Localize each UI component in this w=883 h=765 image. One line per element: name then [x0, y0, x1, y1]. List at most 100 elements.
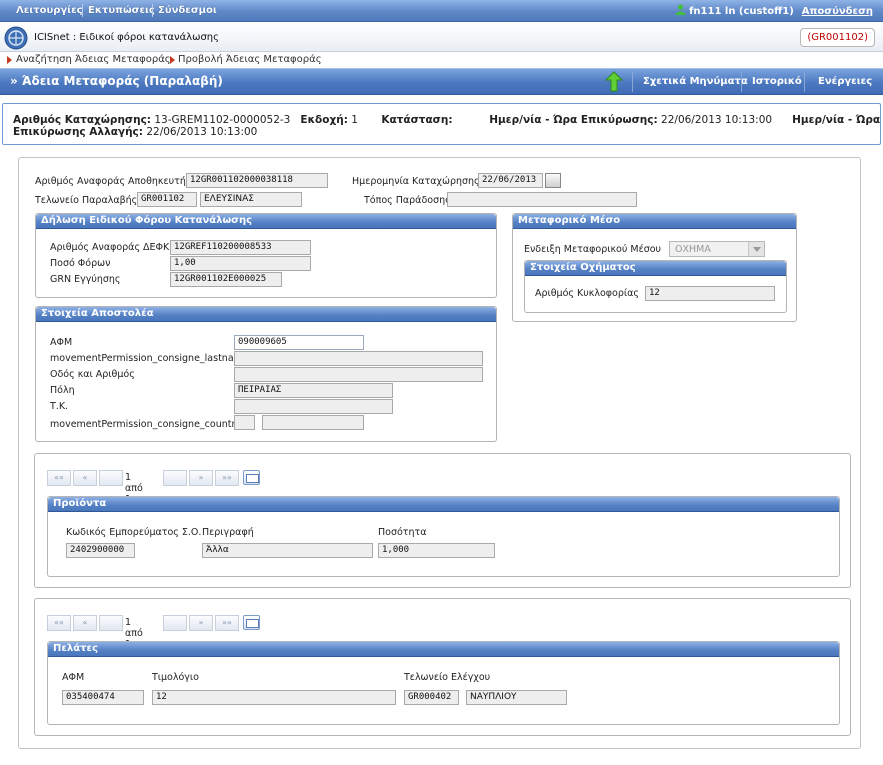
- receipt-office-code-field[interactable]: GR001102: [137, 192, 197, 207]
- sender-city-label: Πόλη: [50, 385, 75, 396]
- last-page-button[interactable]: »»: [215, 615, 239, 631]
- last-page-button[interactable]: »»: [215, 470, 239, 486]
- first-page-button[interactable]: ««: [47, 615, 71, 631]
- page-size-field[interactable]: [163, 470, 187, 486]
- version-value: 1: [351, 114, 358, 126]
- toolbar-separator: [632, 72, 633, 92]
- toolbar-separator: [741, 72, 742, 92]
- customer-afm-field[interactable]: 035400474: [62, 690, 144, 705]
- sender-country-name-field: [262, 415, 364, 430]
- menu-functions[interactable]: Λειτουργίες: [16, 5, 83, 16]
- product-qty-field[interactable]: 1,000: [378, 543, 495, 558]
- control-office-label: Τελωνείο Ελέγχου: [404, 672, 491, 683]
- history-button[interactable]: Ιστορικό: [752, 76, 802, 87]
- transport-means-label: Ενδειξη Μεταφορικού Μέσου: [524, 244, 662, 255]
- consignee-ref-field[interactable]: 12GR001102000038118: [186, 173, 328, 188]
- products-group: Προϊόντα Κωδικός Εμπορεύματος Σ.Ο. 24029…: [47, 496, 840, 577]
- table-view-icon[interactable]: [243, 470, 260, 485]
- refresh-arrow-icon[interactable]: [604, 71, 624, 93]
- reg-date-label: Ημερομηνία Καταχώρησης: [352, 176, 480, 187]
- transport-group-title: Μεταφορικό Μέσο: [513, 214, 796, 229]
- grn-label: GRN Εγγύησης: [50, 274, 121, 285]
- menu-prints[interactable]: Εκτυπώσεις: [88, 5, 155, 16]
- control-office-name-field: ΝΑΥΠΛΙΟΥ: [466, 690, 567, 705]
- user-icon: [675, 4, 686, 15]
- sender-lastname-field[interactable]: [234, 351, 483, 366]
- invoice-label: Τιμολόγιο: [152, 672, 199, 683]
- prev-page-button[interactable]: «: [73, 470, 97, 486]
- confirm-datetime: 22/06/2013 10:13:00: [661, 114, 773, 126]
- confirm-label: Ημερ/νία - Ώρα Επικύρωσης:: [489, 114, 658, 126]
- transport-means-select[interactable]: ΟΧΗΜΑ: [669, 241, 765, 257]
- sender-group: Στοιχεία Αποστολέα ΑΦΜ 090009605 movemen…: [35, 306, 497, 442]
- sender-country-label: movementPermission_consigne_country: [50, 419, 241, 430]
- first-page-button[interactable]: ««: [47, 470, 71, 486]
- calendar-icon[interactable]: [545, 173, 561, 188]
- excise-tax-group: Δήλωση Ειδικού Φόρου Κατανάλωσης Αριθμός…: [35, 213, 497, 298]
- breadcrumb-arrow-icon: [7, 56, 12, 64]
- page-input[interactable]: [99, 615, 123, 631]
- office-code-badge: (GR001102): [800, 28, 875, 47]
- defk-field[interactable]: 12GREF110200008533: [170, 240, 311, 255]
- customers-group-title: Πελάτες: [48, 642, 839, 657]
- product-desc-label: Περιγραφή: [202, 527, 254, 538]
- customers-group: Πελάτες ΑΦΜ 035400474 Τιμολόγιο 12 Τελων…: [47, 641, 840, 725]
- product-code-field[interactable]: 2402900000: [66, 543, 135, 558]
- product-code-label: Κωδικός Εμπορεύματος Σ.Ο.: [66, 527, 202, 538]
- user-area: fn111 ln (custoff1) Αποσύνδεση: [675, 4, 873, 17]
- plate-field[interactable]: 12: [645, 286, 775, 301]
- main-form-panel: Αριθμός Αναφοράς Αποθηκευτή 12GR00110200…: [18, 157, 861, 749]
- table-view-icon[interactable]: [243, 615, 260, 630]
- page-title: » Άδεια Μεταφοράς (Παραλαβή): [10, 74, 223, 88]
- customers-section: «« « 1 από 1 » »» Πελάτες ΑΦΜ 035400474 …: [34, 598, 851, 736]
- control-office-code-field[interactable]: GR000402: [404, 690, 459, 705]
- change-label-part2: Επικύρωσης Αλλαγής:: [13, 126, 143, 138]
- info-line-2: Επικύρωσης Αλλαγής: 22/06/2013 10:13:00: [13, 126, 257, 138]
- reg-no-label: Αριθμός Καταχώρησης:: [13, 114, 151, 126]
- sender-afm-field[interactable]: 090009605: [234, 335, 364, 350]
- breadcrumb-view-permit[interactable]: Προβολή Άδειας Μεταφοράς: [178, 54, 322, 65]
- menu-separator: [152, 4, 153, 17]
- page-input[interactable]: [99, 470, 123, 486]
- tax-amount-field[interactable]: 1,00: [170, 256, 311, 271]
- receipt-office-label: Τελωνείο Παραλαβής: [35, 195, 138, 206]
- menu-links[interactable]: Σύνδεσμοι: [158, 5, 217, 16]
- delivery-place-label: Τόπος Παράδοσης: [364, 195, 451, 206]
- delivery-place-field[interactable]: [447, 192, 637, 207]
- sender-street-field[interactable]: [234, 367, 483, 382]
- app-title: ICISnet : Ειδικοί φόροι κατανάλωσης: [34, 32, 219, 43]
- status-label: Κατάσταση:: [381, 114, 453, 126]
- grn-field[interactable]: 12GR001102E000025: [170, 272, 282, 287]
- receipt-office-name-field: ΕΛΕΥΣΙΝΑΣ: [200, 192, 302, 207]
- top-menu-bar: Λειτουργίες Εκτυπώσεις Σύνδεσμοι fn111 l…: [0, 0, 883, 22]
- sender-street-label: Οδός και Αριθμός: [50, 369, 135, 380]
- sender-city-field[interactable]: ΠΕΙΡΑΙΑΣ: [234, 383, 393, 398]
- prev-page-button[interactable]: «: [73, 615, 97, 631]
- permit-info-box: Αριθμός Καταχώρησης: 13-GREM1102-0000052…: [2, 103, 881, 145]
- menu-separator: [82, 4, 83, 17]
- actions-button[interactable]: Ενέργειες: [818, 76, 872, 87]
- tax-amount-label: Ποσό Φόρων: [50, 258, 111, 269]
- vehicle-group: Στοιχεία Οχήματος Αριθμός Κυκλοφορίας 12: [524, 260, 787, 313]
- page-size-field[interactable]: [163, 615, 187, 631]
- invoice-field[interactable]: 12: [152, 690, 396, 705]
- toolbar-separator: [804, 72, 805, 92]
- defk-label: Αριθμός Αναφοράς ΔΕΦΚ: [50, 242, 170, 253]
- related-messages-button[interactable]: Σχετικά Μηνύματα: [643, 76, 748, 87]
- icisnet-logo-icon: [4, 26, 28, 50]
- change-label-part1: Ημερ/νία - Ώρα: [792, 114, 881, 126]
- page-title-bar: » Άδεια Μεταφοράς (Παραλαβή) Σχετικά Μην…: [0, 68, 883, 95]
- product-desc-field[interactable]: Άλλα: [202, 543, 373, 558]
- breadcrumb: Αναζήτηση Άδειας Μεταφοράς Προβολή Άδεια…: [0, 53, 883, 67]
- sender-country-code-field[interactable]: [234, 415, 255, 430]
- logout-link[interactable]: Αποσύνδεση: [802, 6, 873, 17]
- breadcrumb-search-permit[interactable]: Αναζήτηση Άδειας Μεταφοράς: [16, 54, 171, 65]
- customer-afm-label: ΑΦΜ: [62, 672, 85, 683]
- product-qty-label: Ποσότητα: [378, 527, 427, 538]
- next-page-button[interactable]: »: [189, 470, 213, 486]
- app-header: ICISnet : Ειδικοί φόροι κατανάλωσης (GR0…: [0, 23, 883, 52]
- reg-date-field[interactable]: 22/06/2013: [478, 173, 543, 188]
- plate-label: Αριθμός Κυκλοφορίας: [535, 288, 639, 299]
- sender-zip-field[interactable]: [234, 399, 393, 414]
- next-page-button[interactable]: »: [189, 615, 213, 631]
